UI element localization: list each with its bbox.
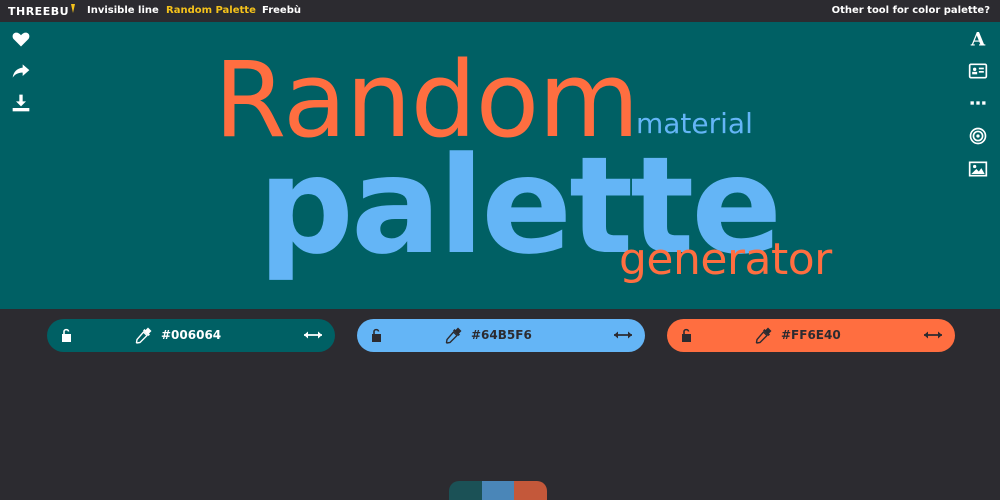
color-picker-icon[interactable] [755, 326, 773, 344]
hero-word-material: material [636, 107, 753, 140]
dots-icon[interactable] [967, 92, 989, 114]
color-picker-icon[interactable] [445, 326, 463, 344]
image-icon[interactable] [967, 158, 989, 180]
nav-link-freebu[interactable]: Freebù [262, 5, 301, 16]
logo-text: THREEBU [8, 4, 70, 18]
mini-palette-preview[interactable] [449, 481, 547, 500]
nav-link-other-tool[interactable]: Other tool for color palette? [832, 5, 990, 16]
logo-mark-icon [71, 3, 76, 13]
target-icon[interactable] [967, 125, 989, 147]
nav-link-invisible-line[interactable]: Invisible line [87, 5, 159, 16]
hex-value[interactable]: #64B5F6 [471, 328, 532, 342]
unlock-icon[interactable] [679, 327, 695, 343]
hero-banner: Random palette material generator A [0, 22, 1000, 309]
svg-text:A: A [970, 30, 986, 49]
nav-link-random-palette[interactable]: Random Palette [166, 5, 256, 16]
logo[interactable]: THREEBU [8, 3, 76, 19]
unlock-icon[interactable] [59, 327, 75, 343]
color-picker-icon[interactable] [135, 326, 153, 344]
hero-word-generator: generator [619, 234, 832, 285]
swap-arrows-icon[interactable] [923, 329, 943, 341]
palette-swatch-2[interactable]: #64B5F6 [357, 319, 645, 352]
hex-value[interactable]: #FF6E40 [781, 328, 841, 342]
font-icon[interactable]: A [967, 28, 989, 50]
swap-arrows-icon[interactable] [613, 329, 633, 341]
mini-swatch-1[interactable] [449, 481, 482, 500]
palette-swatch-3[interactable]: #FF6E40 [667, 319, 955, 352]
swap-arrows-icon[interactable] [303, 329, 323, 341]
unlock-icon[interactable] [369, 327, 385, 343]
hex-value[interactable]: #006064 [161, 328, 221, 342]
mini-swatch-2[interactable] [481, 481, 515, 500]
palette-swatch-1[interactable]: #006064 [47, 319, 335, 352]
top-nav: THREEBU Invisible line Random Palette Fr… [0, 0, 1000, 22]
download-icon[interactable] [10, 92, 32, 114]
share-icon[interactable] [10, 60, 32, 82]
mini-swatch-3[interactable] [514, 481, 547, 500]
card-icon[interactable] [967, 60, 989, 82]
heart-icon[interactable] [10, 28, 32, 50]
